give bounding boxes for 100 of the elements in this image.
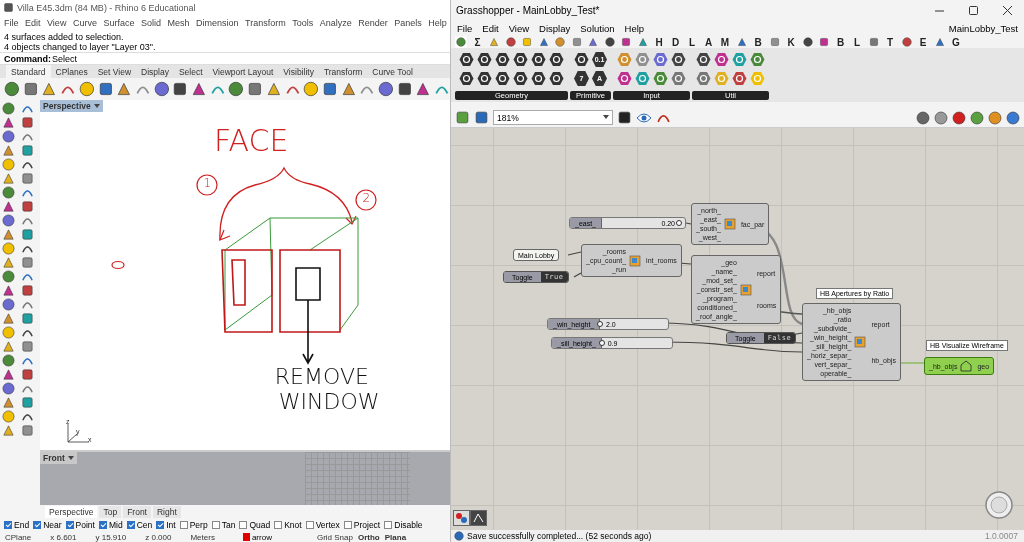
- tool-icon[interactable]: [153, 81, 170, 97]
- component-tab[interactable]: M: [719, 36, 731, 48]
- display-icon[interactable]: [988, 110, 1002, 125]
- toolbar-tab[interactable]: Transform: [318, 65, 368, 78]
- menu-item[interactable]: Tools: [292, 17, 314, 28]
- menu-item[interactable]: View: [508, 22, 530, 34]
- tool-icon[interactable]: [2, 368, 15, 381]
- tool-icon[interactable]: [21, 116, 34, 129]
- component-tab[interactable]: [735, 36, 748, 48]
- layer-name[interactable]: arrow: [251, 532, 272, 542]
- display-icon[interactable]: [916, 110, 930, 125]
- component-icon[interactable]: [477, 52, 492, 67]
- viewport-label[interactable]: Perspective: [40, 100, 103, 112]
- tool-icon[interactable]: [22, 81, 39, 97]
- display-icon[interactable]: [952, 110, 966, 125]
- checkbox-label[interactable]: Cen: [136, 520, 153, 530]
- tool-icon[interactable]: [21, 284, 34, 297]
- tool-icon[interactable]: [21, 396, 34, 409]
- tool-icon[interactable]: [21, 200, 34, 213]
- component-tab[interactable]: [900, 36, 913, 48]
- menu-item[interactable]: Mesh: [167, 17, 190, 28]
- component-tab[interactable]: [933, 36, 946, 48]
- menu-item[interactable]: Display: [539, 22, 571, 34]
- component-icon[interactable]: [513, 71, 528, 86]
- tool-icon[interactable]: [41, 81, 58, 97]
- component-icon[interactable]: [549, 71, 564, 86]
- component-tab[interactable]: T: [884, 36, 896, 48]
- menu-item[interactable]: Edit: [25, 17, 41, 28]
- maximize-icon[interactable]: [968, 5, 978, 15]
- menu-item[interactable]: File: [457, 22, 473, 34]
- tool-icon[interactable]: [21, 256, 34, 269]
- tool-icon[interactable]: [265, 81, 282, 97]
- caret-icon[interactable]: [67, 455, 74, 461]
- close-icon[interactable]: [1002, 5, 1012, 15]
- component-tab[interactable]: [587, 36, 599, 48]
- component-tab[interactable]: G: [950, 36, 962, 48]
- tool-icon[interactable]: [2, 354, 15, 367]
- tool-icon[interactable]: [21, 340, 34, 353]
- component-tab[interactable]: D: [669, 36, 682, 48]
- status-toggle[interactable]: Ortho: [352, 532, 380, 542]
- component-tab[interactable]: L: [851, 36, 863, 48]
- tool-icon[interactable]: [21, 172, 34, 185]
- tool-icon[interactable]: [2, 186, 15, 199]
- display-icon[interactable]: [970, 110, 984, 125]
- component-icon[interactable]: [513, 52, 528, 67]
- checkbox-label[interactable]: Knot: [284, 520, 302, 530]
- checkbox[interactable]: [274, 521, 283, 529]
- checkbox-label[interactable]: Quad: [249, 520, 271, 530]
- component-tab[interactable]: Σ: [471, 36, 484, 48]
- component-icon[interactable]: [459, 71, 474, 86]
- checkbox[interactable]: [179, 521, 188, 529]
- menu-item[interactable]: Dimension: [195, 17, 239, 28]
- tool-icon[interactable]: [2, 214, 15, 227]
- tool-icon[interactable]: [78, 81, 95, 97]
- menu-item[interactable]: Analyze: [319, 17, 352, 28]
- tool-icon[interactable]: [247, 81, 263, 97]
- checkbox[interactable]: [211, 521, 220, 529]
- tool-icon[interactable]: [2, 116, 15, 129]
- tool-icon[interactable]: [378, 81, 394, 97]
- tool-icon[interactable]: [21, 144, 34, 157]
- checkbox-label[interactable]: Disable: [394, 520, 423, 530]
- tool-icon[interactable]: [2, 298, 15, 311]
- component-tab[interactable]: A: [702, 36, 715, 48]
- toolbar-tab[interactable]: Select: [173, 65, 208, 78]
- component-tab[interactable]: [620, 36, 632, 48]
- toolbar-tab[interactable]: Viewport Layout: [207, 65, 279, 78]
- checkbox-label[interactable]: Project: [353, 520, 381, 530]
- menu-item[interactable]: Curve: [72, 17, 97, 28]
- caret-icon[interactable]: [603, 115, 609, 120]
- checkbox[interactable]: [305, 521, 314, 529]
- component-icon[interactable]: [477, 71, 492, 86]
- command-field[interactable]: Command:Select: [0, 52, 450, 65]
- component-icon[interactable]: [495, 71, 510, 86]
- front-viewport[interactable]: Front: [40, 450, 450, 505]
- component-tab[interactable]: B: [752, 36, 764, 48]
- viewport-label[interactable]: Front: [40, 452, 77, 464]
- component-icon[interactable]: [531, 52, 546, 67]
- component-tab[interactable]: [603, 36, 616, 48]
- tool-icon[interactable]: [172, 81, 189, 97]
- component-tab[interactable]: B: [834, 36, 847, 48]
- component-icon[interactable]: [696, 52, 711, 67]
- component-tab[interactable]: K: [785, 36, 797, 48]
- component-tab[interactable]: [801, 36, 814, 48]
- tool-icon[interactable]: [2, 102, 15, 115]
- checkbox-label[interactable]: Near: [43, 520, 62, 530]
- display-icon[interactable]: [934, 110, 948, 125]
- menu-item[interactable]: File: [4, 17, 19, 28]
- toolbar-tab[interactable]: Visibility: [278, 65, 319, 78]
- tool-icon[interactable]: [340, 81, 357, 97]
- checkbox[interactable]: [126, 521, 135, 529]
- tool-icon[interactable]: [415, 81, 432, 97]
- menu-item[interactable]: View: [47, 17, 67, 28]
- component-tab[interactable]: [867, 36, 880, 48]
- menu-item[interactable]: Transform: [245, 17, 286, 28]
- toolbar-tab[interactable]: Standard: [6, 65, 51, 78]
- tool-icon[interactable]: [2, 284, 15, 297]
- menu-item[interactable]: Surface: [103, 17, 135, 28]
- tool-icon[interactable]: [191, 81, 207, 97]
- tool-icon[interactable]: [21, 228, 34, 241]
- display-icon[interactable]: [1006, 110, 1020, 125]
